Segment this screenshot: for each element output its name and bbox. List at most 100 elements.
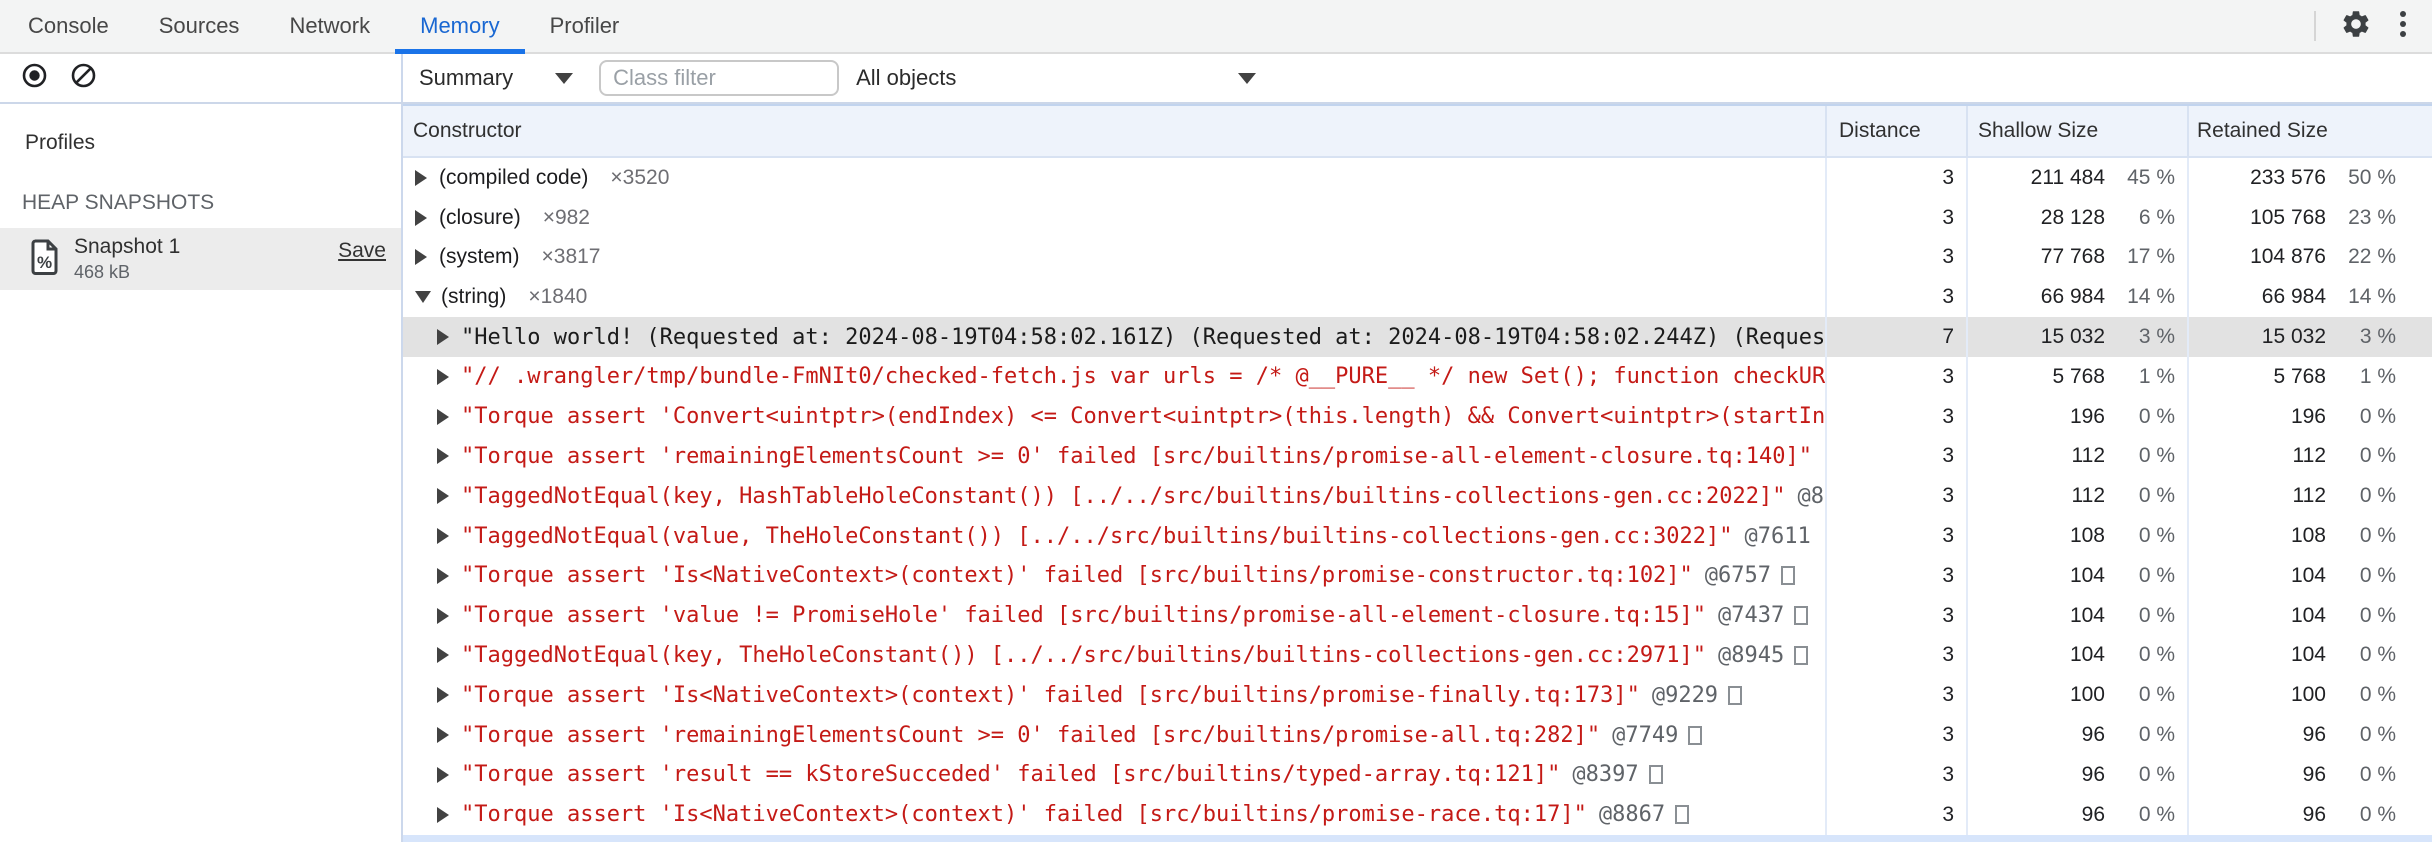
table-row[interactable]: "Hello world! (Requested at: 2024-08-19T…: [403, 317, 2432, 357]
distance-cell: 3: [1825, 635, 1966, 676]
shallow-size-value: 5 768: [2052, 364, 2105, 388]
column-header-constructor[interactable]: Constructor: [403, 106, 1825, 156]
table-row[interactable]: (compiled code) ×3520 3 211 484 45 % 233 576 5…: [403, 158, 2432, 198]
expand-arrow-icon[interactable]: [437, 727, 449, 744]
distance-cell: 3: [1825, 436, 1966, 477]
grid-rows: (compiled code) ×3520 3 211 484 45 % 233 576 5…: [403, 158, 2432, 835]
table-row[interactable]: "Torque assert 'remainingElementsCount >…: [403, 436, 2432, 477]
table-row[interactable]: "Torque assert 'Is<NativeContext>(contex…: [403, 675, 2432, 716]
table-row[interactable]: "Torque assert 'Is<NativeContext>(contex…: [403, 794, 2432, 835]
table-row[interactable]: "Torque assert 'Is<NativeContext>(contex…: [403, 555, 2432, 596]
snapshot-name: Snapshot 1: [74, 235, 181, 258]
column-header-retained-size[interactable]: Retained Size: [2187, 106, 2432, 156]
constructor-name: (system): [439, 245, 520, 269]
expand-arrow-icon[interactable]: [415, 249, 427, 266]
instance-count: ×3817: [541, 245, 601, 269]
table-row[interactable]: "Torque assert 'remainingElementsCount >…: [403, 715, 2432, 755]
table-row[interactable]: "Torque assert 'result == kStoreSucceded…: [403, 754, 2432, 795]
expand-arrow-icon[interactable]: [437, 528, 449, 545]
constructor-cell: (compiled code) ×3520: [403, 158, 1825, 198]
table-row[interactable]: "TaggedNotEqual(key, TheHoleConstant()) …: [403, 635, 2432, 676]
expand-arrow-icon[interactable]: [437, 647, 449, 664]
expand-arrow-icon[interactable]: [437, 488, 449, 505]
shallow-size-value: 77 768: [2040, 245, 2105, 269]
retained-size-value: 104 876: [2250, 245, 2326, 269]
tab-network[interactable]: Network: [264, 0, 395, 52]
shallow-size-value: 28 128: [2040, 205, 2105, 229]
retained-size-percent: 23 %: [2348, 205, 2396, 229]
tab-console[interactable]: Console: [3, 0, 134, 52]
tab-sources[interactable]: Sources: [134, 0, 265, 52]
clear-profiles-icon[interactable]: [70, 62, 97, 94]
distance-cell: 3: [1825, 197, 1966, 238]
devtools-tab-bar: Console Sources Network Memory Profiler: [0, 0, 2432, 54]
retained-size-cell: 100 0 %: [2187, 675, 2432, 716]
object-id: @8867: [1598, 802, 1666, 828]
shallow-size-percent: 0 %: [2138, 802, 2175, 826]
class-filter-input[interactable]: [599, 60, 840, 96]
shallow-size-percent: 3 %: [2138, 325, 2175, 349]
shallow-size-cell: 196 0 %: [1966, 396, 2187, 437]
column-header-distance[interactable]: Distance: [1825, 106, 1966, 156]
expand-arrow-icon[interactable]: [437, 806, 449, 823]
retained-size-value: 112: [2292, 444, 2326, 468]
object-id: @7437: [1718, 603, 1785, 629]
expand-arrow-icon[interactable]: [415, 209, 427, 226]
expand-arrow-icon[interactable]: [437, 567, 449, 584]
retained-size-value: 104: [2290, 563, 2326, 587]
object-filter-select[interactable]: All objects: [856, 65, 1257, 91]
column-header-shallow-size[interactable]: Shallow Size: [1966, 106, 2187, 156]
distance-cell: 3: [1825, 237, 1966, 278]
table-row[interactable]: "Torque assert 'Convert<uintptr>(endInde…: [403, 396, 2432, 437]
shallow-size-percent: 0 %: [2138, 683, 2175, 707]
tab-memory[interactable]: Memory: [395, 0, 526, 54]
shallow-size-percent: 14 %: [2127, 285, 2175, 309]
expand-arrow-icon[interactable]: [437, 607, 449, 624]
snapshot-text: Snapshot 1 468 kB: [74, 235, 180, 283]
expand-arrow-icon[interactable]: [437, 448, 449, 465]
shallow-size-percent: 17 %: [2127, 245, 2175, 269]
table-row[interactable]: (string) ×1840 3 66 984 14 % 66 984 14 %: [403, 277, 2432, 318]
string-value: "TaggedNotEqual(key, HashTableHoleConsta…: [461, 483, 1786, 509]
settings-gear-icon[interactable]: [2340, 8, 2372, 45]
string-value: "Torque assert 'Is<NativeContext>(contex…: [461, 563, 1693, 589]
retained-size-cell: 15 032 3 %: [2187, 317, 2432, 357]
shallow-size-value: 211 484: [2030, 165, 2105, 189]
constructor-name: (compiled code): [439, 165, 589, 189]
retained-size-value: 112: [2292, 484, 2326, 508]
partial-next-row: [403, 835, 2432, 842]
shallow-size-percent: 0 %: [2138, 444, 2175, 468]
retained-size-percent: 22 %: [2348, 245, 2396, 269]
retained-size-value: 100: [2290, 683, 2326, 707]
sidebar-item-snapshot-1[interactable]: % Snapshot 1 468 kB Save: [0, 228, 401, 290]
expand-arrow-icon[interactable]: [437, 687, 449, 704]
table-row[interactable]: "TaggedNotEqual(key, HashTableHoleConsta…: [403, 476, 2432, 517]
expand-arrow-icon[interactable]: [437, 766, 449, 783]
shallow-size-cell: 108 0 %: [1966, 516, 2187, 556]
snapshot-size: 468 kB: [74, 262, 131, 282]
object-id: @8397: [1572, 762, 1639, 788]
retained-size-value: 96: [2302, 802, 2326, 826]
expand-arrow-icon[interactable]: [415, 169, 427, 186]
record-heap-snapshot-icon[interactable]: [21, 62, 48, 94]
distance-cell: 3: [1825, 675, 1966, 716]
shallow-size-value: 66 984: [2040, 285, 2105, 309]
tab-profiler[interactable]: Profiler: [525, 0, 645, 52]
string-value: "Torque assert 'value != PromiseHole' fa…: [461, 603, 1707, 629]
expand-arrow-icon[interactable]: [437, 329, 449, 346]
retained-size-percent: 0 %: [2359, 802, 2396, 826]
expand-arrow-open-icon[interactable]: [415, 291, 431, 304]
table-row[interactable]: "Torque assert 'value != PromiseHole' fa…: [403, 595, 2432, 636]
table-row[interactable]: (system) ×3817 3 77 768 17 % 104 876 22 %: [403, 237, 2432, 278]
shallow-size-percent: 0 %: [2138, 723, 2175, 747]
kebab-menu-icon[interactable]: [2398, 7, 2408, 46]
table-row[interactable]: (closure) ×982 3 28 128 6 % 105 768 23 %: [403, 197, 2432, 238]
table-row[interactable]: "TaggedNotEqual(value, TheHoleConstant()…: [403, 516, 2432, 556]
table-row[interactable]: "// .wrangler/tmp/bundle-FmNIt0/checked-…: [403, 356, 2432, 397]
expand-arrow-icon[interactable]: [437, 368, 449, 385]
save-snapshot-link[interactable]: Save: [338, 239, 386, 263]
memory-panel-content: Profiles HEAP SNAPSHOTS % Snapshot 1 468…: [0, 104, 2432, 842]
perspective-select[interactable]: Summary: [419, 65, 574, 91]
retained-size-percent: 0 %: [2359, 723, 2396, 747]
expand-arrow-icon[interactable]: [437, 408, 449, 425]
